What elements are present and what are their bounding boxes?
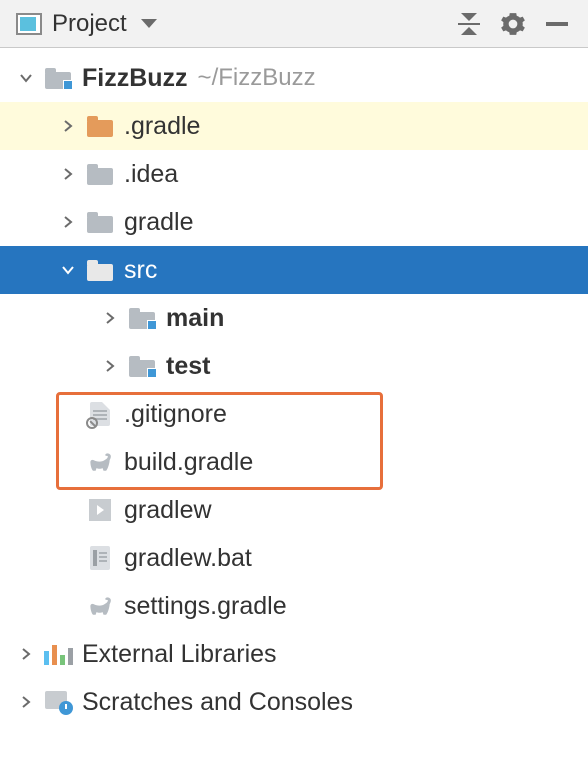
tree-label: Scratches and Consoles (82, 688, 353, 717)
tree-item-scratches[interactable]: Scratches and Consoles (0, 678, 588, 726)
batch-file-icon (86, 546, 114, 570)
tree-label: .gitignore (124, 400, 227, 429)
libraries-icon (44, 642, 72, 666)
tree-label: main (166, 304, 224, 333)
dropdown-arrow-icon[interactable] (141, 19, 157, 28)
gear-icon (500, 11, 526, 37)
gradle-file-icon (86, 450, 114, 474)
tree-label: build.gradle (124, 448, 253, 477)
gradle-file-icon (86, 594, 114, 618)
tree-label: FizzBuzz (82, 64, 188, 93)
folder-icon (86, 258, 114, 282)
tree-item-gradlew-bat[interactable]: gradlew.bat (0, 534, 588, 582)
tree-item-root[interactable]: FizzBuzz ~/FizzBuzz (0, 54, 588, 102)
folder-icon (86, 162, 114, 186)
collapse-all-button[interactable] (452, 7, 486, 41)
chevron-right-icon[interactable] (56, 162, 80, 186)
chevron-down-icon[interactable] (56, 258, 80, 282)
tree-label: gradlew.bat (124, 544, 252, 573)
chevron-right-icon[interactable] (98, 354, 122, 378)
minimize-icon (546, 22, 568, 26)
chevron-right-icon[interactable] (14, 690, 38, 714)
toolbar: Project (0, 0, 588, 48)
tree-label: .idea (124, 160, 178, 189)
tree-item-gitignore[interactable]: .gitignore (0, 390, 588, 438)
tree-path: ~/FizzBuzz (198, 64, 316, 92)
tree-item-gradle-dot[interactable]: .gradle (0, 102, 588, 150)
chevron-right-icon[interactable] (98, 306, 122, 330)
tree-label: gradle (124, 208, 194, 237)
tree-label: .gradle (124, 112, 200, 141)
minimize-button[interactable] (540, 7, 574, 41)
tree-item-external-libraries[interactable]: External Libraries (0, 630, 588, 678)
tree-label: settings.gradle (124, 592, 287, 621)
chevron-right-icon[interactable] (14, 642, 38, 666)
folder-icon (86, 114, 114, 138)
chevron-down-icon[interactable] (14, 66, 38, 90)
tree-item-test[interactable]: test (0, 342, 588, 390)
project-view-icon (16, 13, 42, 35)
tree-item-src[interactable]: src (0, 246, 588, 294)
scratches-icon (44, 690, 72, 714)
tree-item-idea[interactable]: .idea (0, 150, 588, 198)
tree-label: External Libraries (82, 640, 277, 669)
chevron-right-icon[interactable] (56, 114, 80, 138)
tree-item-gradlew[interactable]: gradlew (0, 486, 588, 534)
project-tree[interactable]: FizzBuzz ~/FizzBuzz .gradle .idea gradle… (0, 48, 588, 726)
tree-label: test (166, 352, 210, 381)
tree-item-main[interactable]: main (0, 294, 588, 342)
tree-item-build-gradle[interactable]: build.gradle (0, 438, 588, 486)
collapse-icon (458, 13, 480, 35)
chevron-right-icon[interactable] (56, 210, 80, 234)
module-folder-icon (128, 354, 156, 378)
tree-label: gradlew (124, 496, 212, 525)
folder-icon (86, 210, 114, 234)
tree-label: src (124, 256, 157, 285)
file-ignored-icon (86, 402, 114, 426)
tree-item-gradle[interactable]: gradle (0, 198, 588, 246)
shell-script-icon (86, 498, 114, 522)
module-folder-icon (128, 306, 156, 330)
tree-item-settings-gradle[interactable]: settings.gradle (0, 582, 588, 630)
settings-button[interactable] (496, 7, 530, 41)
module-folder-icon (44, 66, 72, 90)
view-selector-label[interactable]: Project (52, 10, 127, 38)
